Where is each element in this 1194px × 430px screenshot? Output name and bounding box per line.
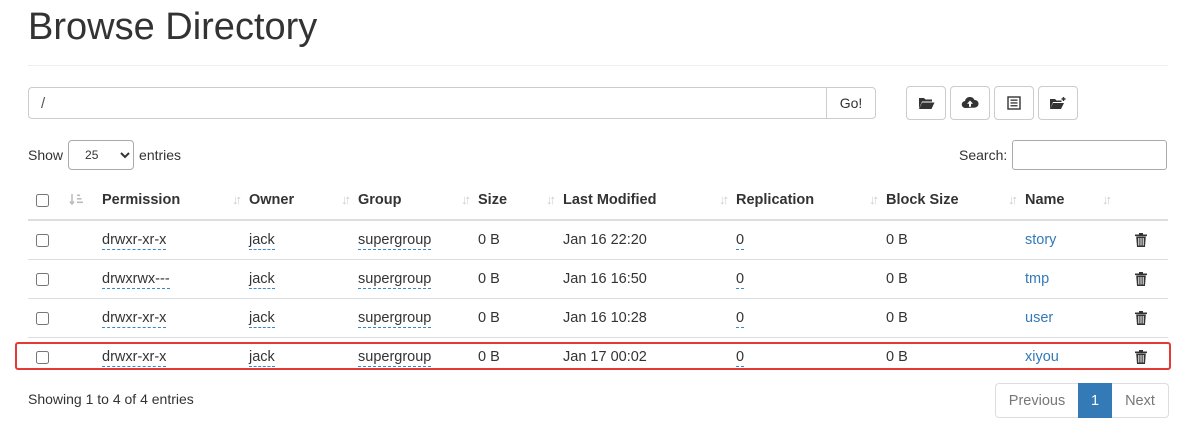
next-page-button[interactable]: Next <box>1112 383 1169 418</box>
upload-icon <box>961 96 979 109</box>
table-row: drwxr-xr-x jack supergroup 0 B Jan 16 22… <box>28 220 1168 260</box>
page-title: Browse Directory <box>28 6 318 48</box>
owner-link[interactable]: jack <box>249 349 275 367</box>
column-actions <box>1119 181 1168 221</box>
size-cell: 0 B <box>478 298 563 338</box>
block-size-cell: 0 B <box>886 298 1025 338</box>
group-link[interactable]: supergroup <box>358 349 432 367</box>
modified-cell: Jan 16 22:20 <box>563 232 647 248</box>
table-info: Showing 1 to 4 of 4 entries <box>28 391 194 407</box>
page-1-button[interactable]: 1 <box>1078 383 1112 418</box>
owner-link[interactable]: jack <box>249 310 275 328</box>
replication-link[interactable]: 0 <box>736 232 745 250</box>
show-label: Show <box>28 147 64 163</box>
trash-icon[interactable] <box>1135 272 1147 287</box>
directory-table: Permission ↓↑ Owner ↓↑ Group ↓↑ Size ↓↑ Last… <box>28 181 1168 376</box>
replication-link[interactable]: 0 <box>736 271 745 289</box>
replication-link[interactable]: 0 <box>736 349 745 367</box>
table-header-row: Permission ↓↑ Owner ↓↑ Group ↓↑ Size ↓↑ Last… <box>28 181 1168 221</box>
table-row: drwxrwx--- jack supergroup 0 B Jan 16 16… <box>28 259 1168 299</box>
row-checkbox[interactable] <box>36 272 49 286</box>
path-bar: Go! <box>28 87 876 119</box>
name-link[interactable]: tmp <box>1025 271 1049 287</box>
row-checkbox[interactable] <box>36 311 49 325</box>
size-cell: 0 B <box>478 337 563 376</box>
entries-per-page-select[interactable]: 25 <box>68 140 135 170</box>
sort-icon: ↓↑ <box>1102 192 1112 207</box>
modified-cell: Jan 17 00:02 <box>563 337 736 376</box>
column-name[interactable]: Name ↓↑ <box>1025 181 1119 221</box>
column-size[interactable]: Size ↓↑ <box>478 181 563 221</box>
permission-link[interactable]: drwxrwx--- <box>102 271 170 289</box>
owner-link[interactable]: jack <box>249 232 275 250</box>
row-checkbox[interactable] <box>36 233 49 247</box>
column-permission[interactable]: Permission ↓↑ <box>102 181 249 221</box>
create-folder-icon <box>1050 97 1066 109</box>
sort-icon: ↓↑ <box>232 192 242 207</box>
size-cell: 0 B <box>478 259 563 299</box>
column-group[interactable]: Group ↓↑ <box>358 181 478 221</box>
modified-cell: Jan 16 16:50 <box>563 259 736 299</box>
title-divider <box>28 65 1168 66</box>
search-box: Search: <box>959 140 1168 170</box>
sort-icon: ↓↑ <box>869 192 879 207</box>
block-size-cell: 0 B <box>886 232 908 248</box>
column-block-size[interactable]: Block Size ↓↑ <box>886 181 1025 221</box>
table-row: drwxr-xr-x jack supergroup 0 B Jan 17 00… <box>28 337 1168 376</box>
sort-icon: ↓↑ <box>546 192 556 207</box>
block-size-cell: 0 B <box>886 259 1025 299</box>
select-all-header <box>28 181 64 221</box>
owner-link[interactable]: jack <box>249 271 275 289</box>
group-link[interactable]: supergroup <box>358 310 432 328</box>
sort-icon: ↓↑ <box>341 192 351 207</box>
name-link[interactable]: xiyou <box>1025 349 1059 365</box>
table-row: drwxr-xr-x jack supergroup 0 B Jan 16 10… <box>28 298 1168 338</box>
permission-link[interactable]: drwxr-xr-x <box>102 349 167 367</box>
sort-icon: ↓↑ <box>461 192 471 207</box>
show-entries: Show 25 entries <box>28 140 181 170</box>
size-cell: 0 B <box>478 232 500 248</box>
sort-amount-icon <box>69 194 83 206</box>
column-owner[interactable]: Owner ↓↑ <box>249 181 358 221</box>
path-input[interactable] <box>28 87 826 119</box>
name-link[interactable]: story <box>1025 232 1056 248</box>
permission-link[interactable]: drwxr-xr-x <box>102 232 167 250</box>
group-link[interactable]: supergroup <box>358 271 432 289</box>
name-link[interactable]: user <box>1025 310 1053 326</box>
create-folder-button[interactable] <box>1038 86 1078 120</box>
previous-page-button[interactable]: Previous <box>995 383 1078 418</box>
list-button[interactable] <box>994 86 1034 120</box>
toolbar <box>906 86 1078 120</box>
search-label: Search: <box>959 147 1008 163</box>
open-folder-icon <box>918 98 934 109</box>
sort-icon: ↓↑ <box>1008 192 1018 207</box>
browse-directory-page: Browse Directory Go! <box>0 0 1194 430</box>
trash-icon[interactable] <box>1135 233 1147 248</box>
select-all-checkbox[interactable] <box>36 193 49 207</box>
list-icon <box>1007 96 1021 110</box>
sort-header[interactable] <box>64 181 102 221</box>
replication-link[interactable]: 0 <box>736 310 745 328</box>
group-link[interactable]: supergroup <box>358 232 432 250</box>
open-folder-button[interactable] <box>906 86 946 120</box>
go-button[interactable]: Go! <box>826 87 876 119</box>
block-size-cell: 0 B <box>886 337 1025 376</box>
modified-cell: Jan 16 10:28 <box>563 298 736 338</box>
upload-button[interactable] <box>950 86 990 120</box>
row-checkbox[interactable] <box>36 350 49 364</box>
column-replication[interactable]: Replication ↓↑ <box>736 181 886 221</box>
pagination: Previous 1 Next <box>995 383 1169 418</box>
permission-link[interactable]: drwxr-xr-x <box>102 310 167 328</box>
column-last-modified[interactable]: Last Modified ↓↑ <box>563 181 736 221</box>
trash-icon[interactable] <box>1135 311 1147 326</box>
sort-icon: ↓↑ <box>719 192 729 207</box>
search-input[interactable] <box>1012 140 1168 170</box>
trash-icon[interactable] <box>1135 350 1147 365</box>
entries-label: entries <box>139 147 182 163</box>
